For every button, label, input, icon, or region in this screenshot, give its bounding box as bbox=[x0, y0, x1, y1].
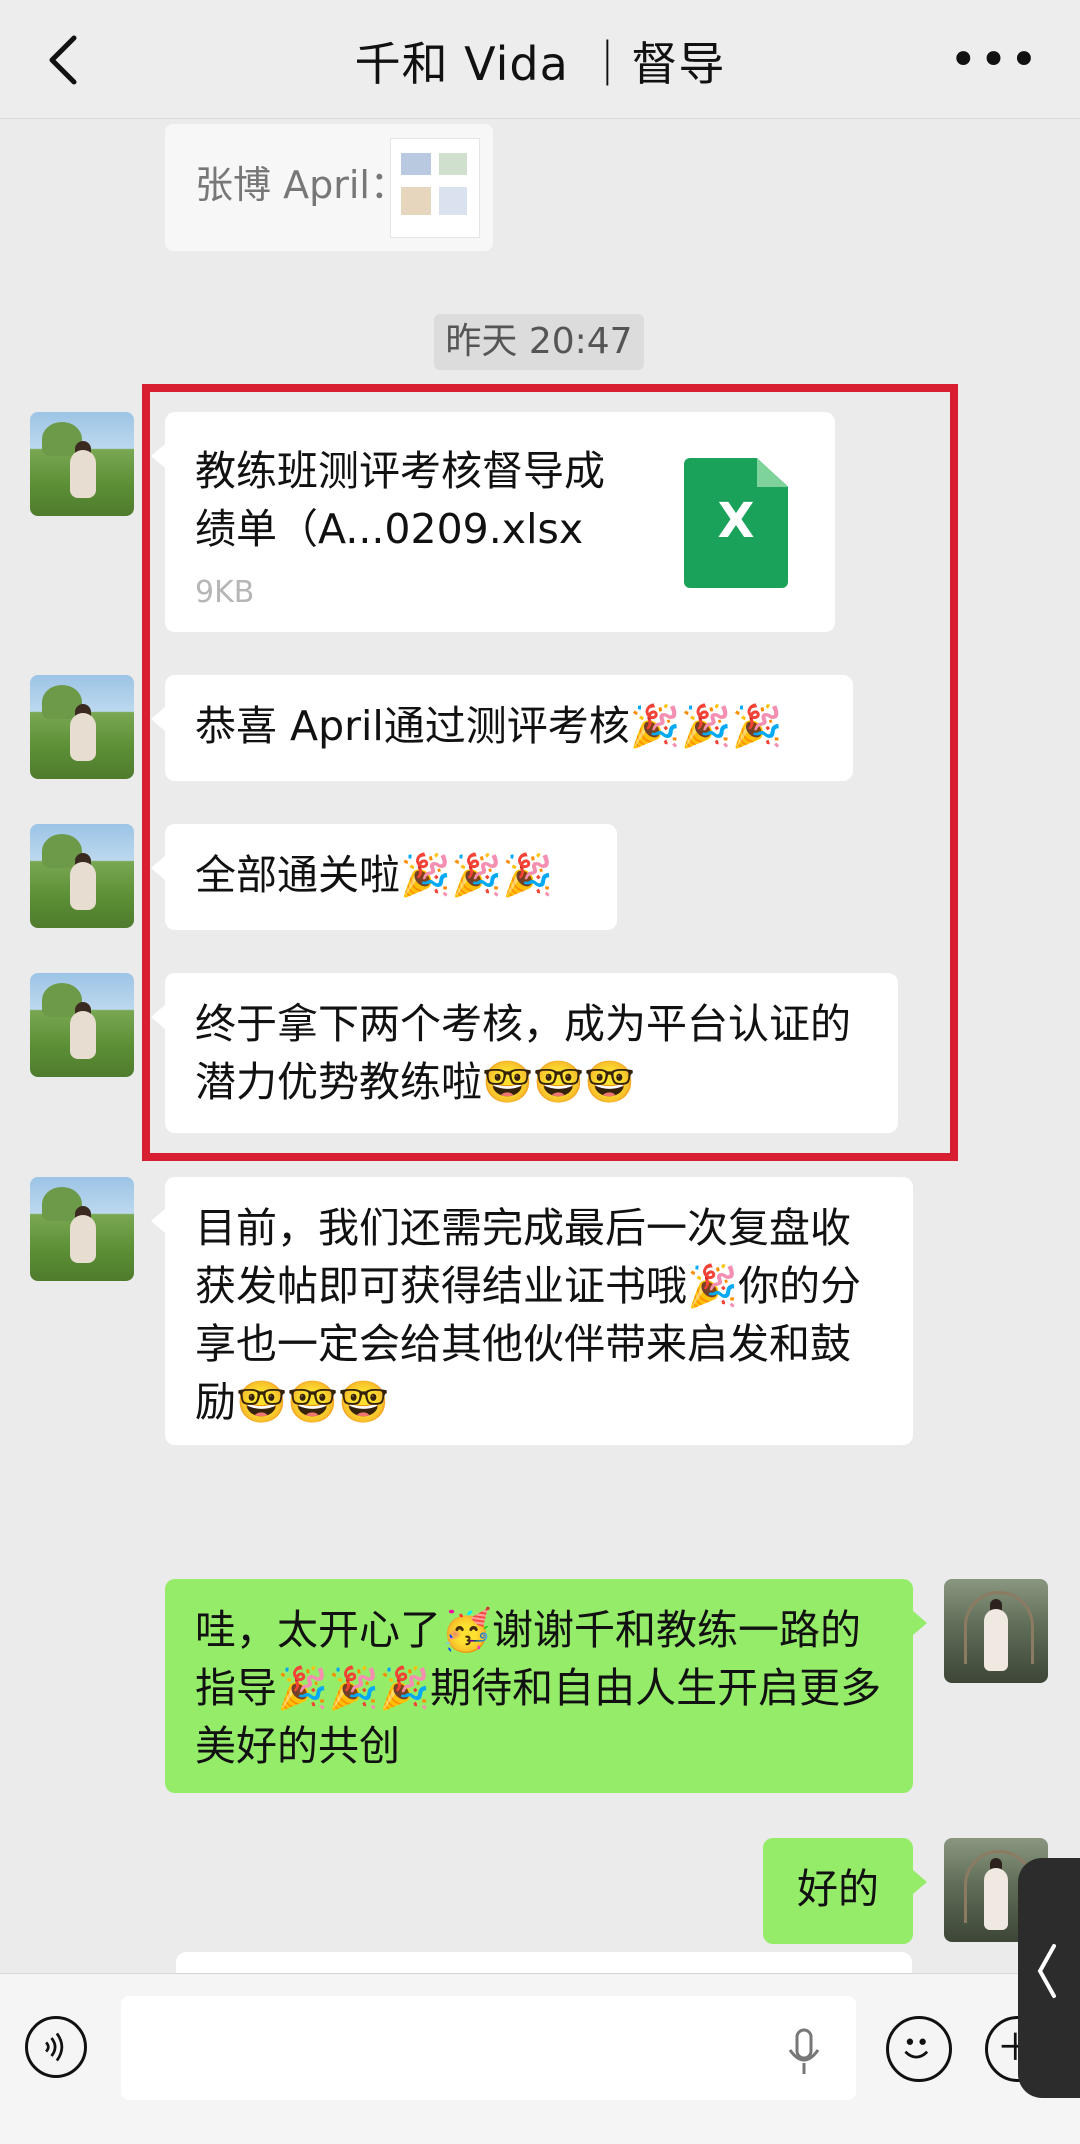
my-text-message-bubble[interactable]: 好的 bbox=[763, 1838, 927, 1944]
mic-icon[interactable] bbox=[782, 2028, 826, 2078]
more-options-icon[interactable]: ••• bbox=[949, 36, 1040, 84]
quoted-image-thumbnail[interactable] bbox=[390, 138, 480, 238]
message-text: 哇，太开心了🥳谢谢千和教练一路的指导🎉🎉🎉期待和自由人生开启更多美好的共创 bbox=[195, 1606, 882, 1770]
message-text: 目前，我们还需完成最后一次复盘收获发帖即可获得结业证书哦🎉你的分享也一定会给其他… bbox=[195, 1204, 862, 1426]
coach-avatar[interactable] bbox=[30, 675, 134, 779]
voice-icon[interactable] bbox=[25, 2016, 87, 2078]
emoji-icon[interactable] bbox=[886, 2016, 952, 2082]
excel-x-mark: X bbox=[717, 493, 755, 549]
text-message-bubble[interactable]: 目前，我们还需完成最后一次复盘收获发帖即可获得结业证书哦🎉你的分享也一定会给其他… bbox=[151, 1177, 913, 1445]
message-input[interactable] bbox=[121, 1996, 856, 2100]
text-message-bubble[interactable]: 恭喜 April通过测评考核🎉🎉🎉 bbox=[151, 675, 853, 781]
my-text-message-bubble[interactable]: 哇，太开心了🥳谢谢千和教练一路的指导🎉🎉🎉期待和自由人生开启更多美好的共创 bbox=[165, 1579, 927, 1793]
text-message-bubble[interactable]: 终于拿下两个考核，成为平台认证的潜力优势教练啦🤓🤓🤓 bbox=[151, 973, 898, 1133]
chat-header: 千和 Vida ｜督导 ••• bbox=[0, 0, 1080, 119]
floating-side-tab[interactable] bbox=[1018, 1858, 1080, 2098]
quoted-message[interactable]: 张博 April： bbox=[165, 124, 493, 251]
message-text: 好的 bbox=[797, 1865, 879, 1913]
coach-avatar[interactable] bbox=[30, 1177, 134, 1281]
my-avatar[interactable] bbox=[944, 1579, 1048, 1683]
quote-sender-label: 张博 April： bbox=[195, 163, 408, 207]
message-text: 恭喜 April通过测评考核🎉🎉🎉 bbox=[195, 702, 783, 750]
input-bar bbox=[0, 1973, 1080, 2144]
coach-avatar[interactable] bbox=[30, 412, 134, 516]
partial-message-bubble bbox=[176, 1952, 912, 1973]
text-message-bubble[interactable]: 全部通关啦🎉🎉🎉 bbox=[151, 824, 617, 930]
coach-avatar[interactable] bbox=[30, 973, 134, 1077]
message-text: 终于拿下两个考核，成为平台认证的潜力优势教练啦🤓🤓🤓 bbox=[195, 1000, 851, 1106]
coach-avatar[interactable] bbox=[30, 824, 134, 928]
chat-area: 张博 April： 昨天 20:47 教练班测评考核督导成绩单（A...0209… bbox=[0, 118, 1080, 1973]
excel-file-fold bbox=[757, 458, 788, 487]
timestamp-chip: 昨天 20:47 bbox=[434, 314, 644, 370]
chevron-left-icon bbox=[1037, 1944, 1056, 1998]
file-message-bubble[interactable]: 教练班测评考核督导成绩单（A...0209.xlsx 9KB X bbox=[151, 412, 835, 632]
chat-title: 千和 Vida ｜督导 bbox=[354, 37, 726, 91]
message-text: 全部通关啦🎉🎉🎉 bbox=[195, 851, 554, 899]
file-name: 教练班测评考核督导成绩单（A...0209.xlsx bbox=[195, 447, 605, 553]
file-size: 9KB bbox=[195, 575, 255, 610]
